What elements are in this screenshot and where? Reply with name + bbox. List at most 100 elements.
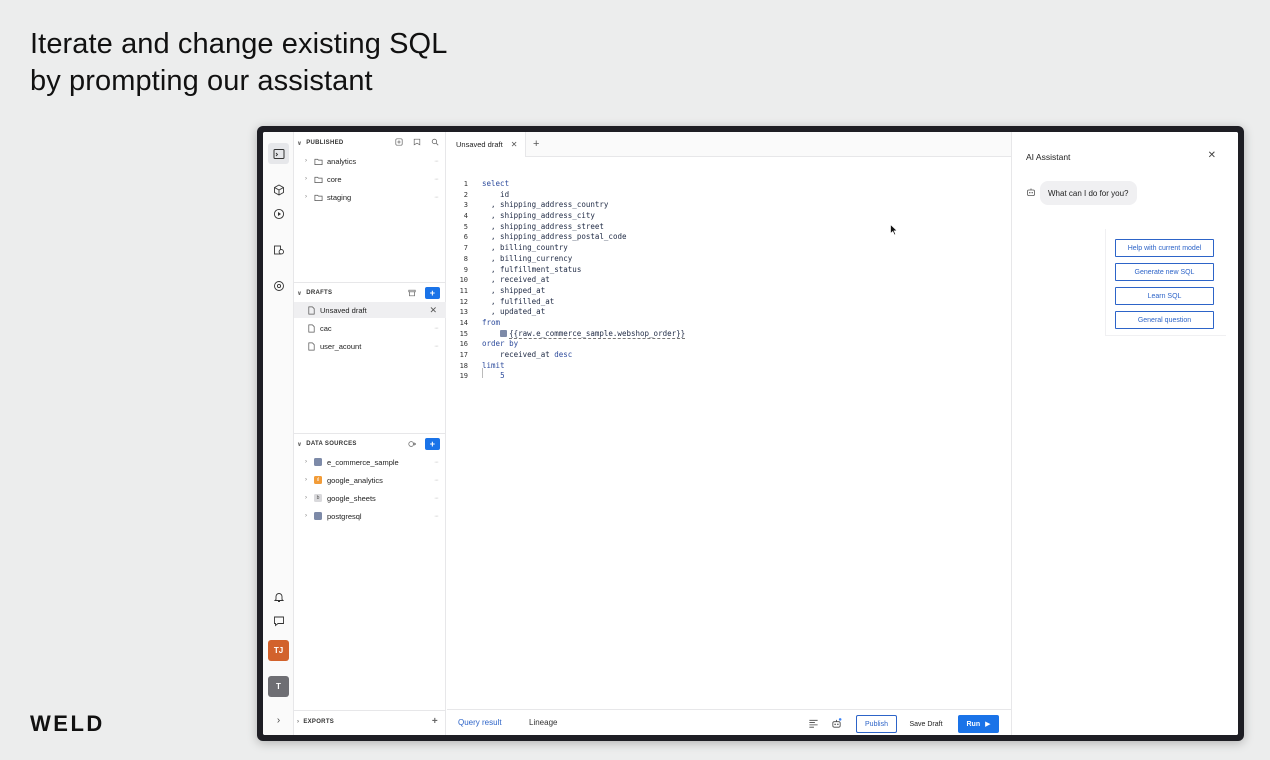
draft-item-cac[interactable]: cac ··· [294,320,446,336]
divider [294,710,446,711]
more-icon[interactable]: ··· [434,513,439,520]
folder-label: analytics [327,156,357,166]
published-header[interactable]: ∨ PUBLISHED [294,134,446,152]
sql-editor: Unsaved draft ✕ + 1 select 2 id 3 , shippin… [447,132,1011,735]
sql-editor-icon[interactable] [268,143,289,164]
suggestion-learn-sql[interactable]: Learn SQL [1115,287,1214,305]
code-line[interactable]: 13 , updated_at [447,307,1011,318]
more-icon[interactable]: ··· [434,459,439,466]
google-sheets-icon: b [313,493,323,503]
folder-icon [313,174,323,184]
publish-button[interactable]: Publish [856,715,897,733]
more-icon[interactable]: ··· [434,477,439,484]
code-line[interactable]: 16 order by [447,339,1011,350]
archive-icon[interactable] [412,137,422,147]
more-icon[interactable]: ··· [434,495,439,502]
chat-icon[interactable] [268,610,289,631]
code-line[interactable]: 4 , shipping_address_city [447,211,1011,222]
code-line[interactable]: 17 received_at desc [447,350,1011,361]
suggestion-help-current-model[interactable]: Help with current model [1115,239,1214,257]
code-line[interactable]: 19 5 [447,371,1011,382]
add-tab-button[interactable]: + [533,138,539,150]
chevron-right-icon: › [305,158,307,164]
files-icon[interactable] [268,239,289,260]
more-icon[interactable]: ··· [434,325,439,332]
data-source-postgresql[interactable]: › postgresql ··· [294,508,446,524]
line-number: 5 [463,222,468,231]
bell-icon[interactable] [268,586,289,607]
cube-icon[interactable] [268,179,289,200]
save-draft-button[interactable]: Save Draft [903,715,949,733]
user-avatar[interactable]: TJ [268,640,289,661]
code-line[interactable]: 1 select [447,179,1011,190]
code-area[interactable]: 1 select 2 id 3 , shipping_address_country 4… [447,179,1011,382]
chevron-right-icon[interactable]: › [268,710,289,731]
settings-icon[interactable] [268,275,289,296]
folder-item-analytics[interactable]: › analytics ··· [294,153,446,169]
run-button[interactable]: Run ▶ [958,715,999,733]
close-icon[interactable]: ✕ [429,305,437,316]
more-icon[interactable]: ··· [434,194,439,201]
google-analytics-icon: ıl [313,475,323,485]
add-draft-button[interactable]: + [425,287,440,299]
code-line[interactable]: 5 , shipping_address_street [447,222,1011,233]
code-text: limit [482,361,505,372]
code-text: , billing_currency [482,254,572,265]
tab-query-result[interactable]: Query result [458,718,502,727]
workspace-avatar[interactable]: T [268,676,289,697]
app: TJ T › ∨ PUBLISHED › analytics ··· › cor… [263,132,1238,735]
data-source-google-sheets[interactable]: › b google_sheets ··· [294,490,446,506]
file-icon [306,305,316,315]
more-icon[interactable]: ··· [434,343,439,350]
code-line[interactable]: 12 , fulfilled_at [447,297,1011,308]
data-source-e-commerce-sample[interactable]: › e_commerce_sample ··· [294,454,446,470]
exports-header[interactable]: › EXPORTS + [294,713,446,731]
code-token: desc [554,350,573,359]
tab-lineage[interactable]: Lineage [529,718,557,727]
code-line[interactable]: 9 , fulfillment_status [447,265,1011,276]
draft-item-user-acount[interactable]: user_acount ··· [294,338,446,354]
assistant-bot-icon[interactable] [830,717,842,729]
close-icon[interactable]: ✕ [511,140,518,149]
connect-icon[interactable] [407,439,417,449]
code-line[interactable]: 15 {{raw.e_commerce_sample.webshop_order… [447,328,1011,340]
more-icon[interactable]: ··· [434,158,439,165]
code-line[interactable]: 7 , billing_country [447,243,1011,254]
more-icon[interactable]: ··· [434,176,439,183]
add-data-source-button[interactable]: + [425,438,440,450]
code-line[interactable]: 18 limit [447,361,1011,372]
close-icon[interactable]: ✕ [1208,150,1216,161]
code-line[interactable]: 11 , shipped_at [447,286,1011,297]
format-icon[interactable] [807,717,819,729]
archive-box-icon[interactable] [407,288,417,298]
data-source-google-analytics[interactable]: › ıl google_analytics ··· [294,472,446,488]
drafts-title: DRAFTS [306,290,333,296]
code-line[interactable]: 3 , shipping_address_country [447,200,1011,211]
code-token: select [482,179,510,188]
play-icon: ▶ [985,721,991,728]
code-line[interactable]: 8 , billing_currency [447,254,1011,265]
table-reference[interactable]: {{raw.e_commerce_sample.webshop_order}} [509,328,686,339]
search-icon[interactable] [430,137,440,147]
line-number: 19 [459,372,468,381]
code-text: , shipped_at [482,286,545,297]
file-icon [306,323,316,333]
code-text: , shipping_address_country [482,200,608,211]
add-folder-icon[interactable] [394,137,404,147]
drafts-header[interactable]: ∨ DRAFTS + [294,284,446,302]
draft-item-unsaved[interactable]: Unsaved draft ✕ [294,302,446,318]
data-sources-header[interactable]: ∨ DATA SOURCES + [294,435,446,453]
code-token: id [482,189,510,199]
folder-item-core[interactable]: › core ··· [294,171,446,187]
add-export-button[interactable]: + [430,716,440,727]
code-line[interactable]: 6 , shipping_address_postal_code [447,232,1011,243]
tab-unsaved-draft[interactable]: Unsaved draft ✕ [447,132,526,157]
folder-item-staging[interactable]: › staging ··· [294,189,446,205]
code-line[interactable]: 10 , received_at [447,275,1011,286]
headline-line-1: Iterate and change existing SQL [30,28,448,60]
code-line[interactable]: 14 from [447,318,1011,329]
code-line[interactable]: 2 id [447,190,1011,201]
play-circle-icon[interactable] [268,203,289,224]
suggestion-generate-new-sql[interactable]: Generate new SQL [1115,263,1214,281]
suggestion-general-question[interactable]: General question [1115,311,1214,329]
